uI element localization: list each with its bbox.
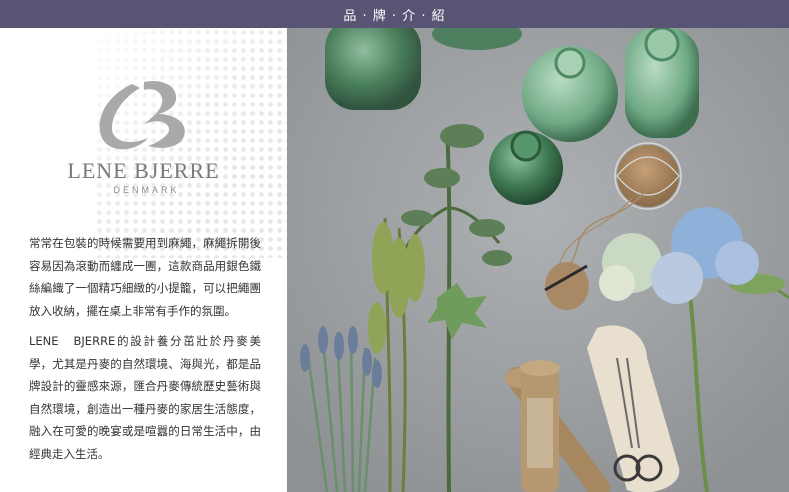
photo-illustration — [287, 28, 789, 492]
brand-panel: LENE BJERRE DENMARK 常常在包裝的時候需要用到麻繩，麻繩拆開後… — [0, 28, 287, 492]
brand-description: 常常在包裝的時候需要用到麻繩，麻繩拆開後容易因為滾動而纏成一團，這款商品用銀色鐵… — [29, 232, 261, 473]
product-photo — [287, 28, 789, 492]
description-paragraph-1: 常常在包裝的時候需要用到麻繩，麻繩拆開後容易因為滾動而纏成一團，這款商品用銀色鐵… — [29, 236, 261, 318]
top-banner: 品 · 牌 · 介 · 紹 — [0, 0, 789, 28]
description-paragraph-2: LENE BJERRE的設計養分茁壯於丹麥美學，尤其是丹麥的自然環境、海與光，都… — [29, 334, 261, 461]
banner-title: 品 · 牌 · 介 · 紹 — [343, 8, 446, 24]
twine-ball — [617, 145, 679, 207]
brand-logo-icon — [99, 80, 185, 150]
brand-name: LENE BJERRE — [67, 158, 220, 183]
brand-subtitle: DENMARK — [113, 185, 180, 195]
green-bottle-large — [325, 28, 421, 110]
